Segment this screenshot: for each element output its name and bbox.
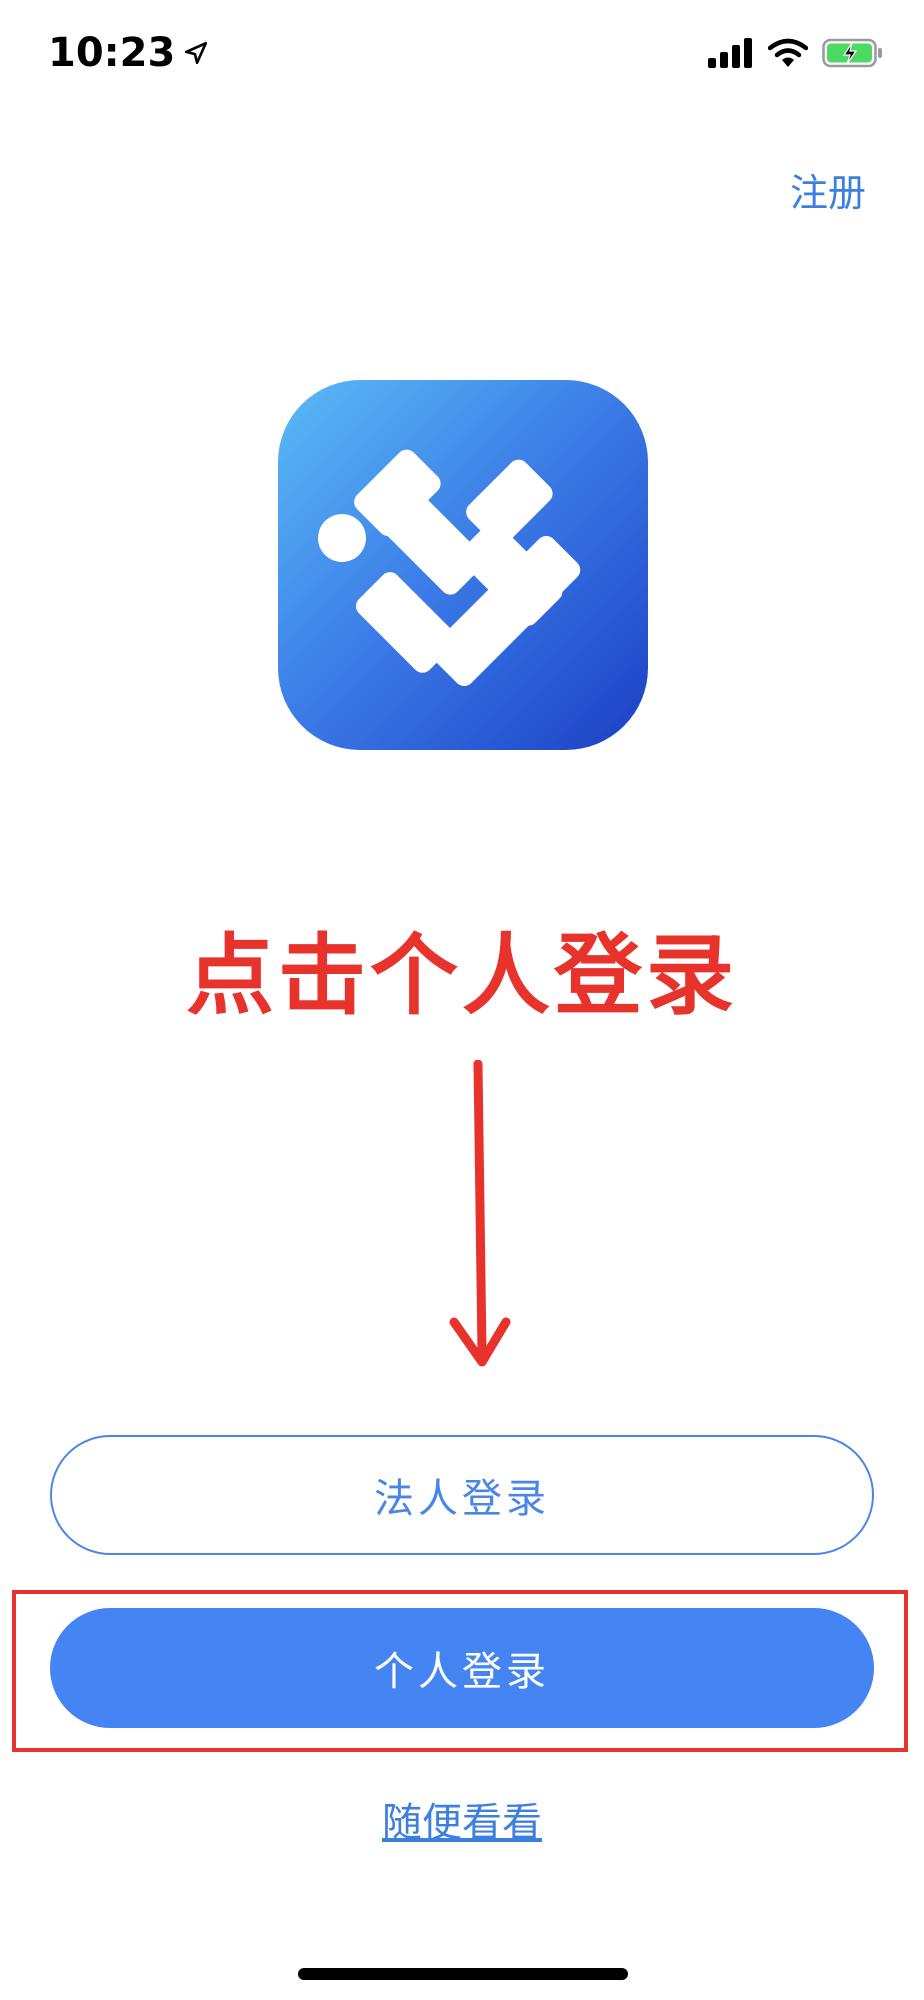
status-indicators	[708, 38, 884, 68]
app-logo	[278, 380, 648, 750]
status-time-text: 10:23	[48, 30, 176, 76]
wifi-icon	[768, 38, 808, 67]
browse-link[interactable]: 随便看看	[0, 1790, 924, 1848]
app-logo-heart-check-icon	[278, 380, 648, 750]
register-link[interactable]: 注册	[790, 162, 866, 217]
annotation-arrow-icon	[449, 1060, 511, 1367]
location-arrow-icon	[185, 41, 208, 65]
legal-login-button[interactable]: 法人登录	[50, 1435, 874, 1555]
home-indicator	[298, 1968, 628, 1980]
signal-icon	[708, 38, 752, 68]
status-time: 10:23	[48, 30, 209, 76]
annotation-instruction: 点击个人登录	[185, 924, 738, 1027]
battery-charging-icon	[822, 38, 882, 68]
personal-login-button[interactable]: 个人登录	[50, 1608, 874, 1728]
status-bar: 10:23	[0, 0, 924, 110]
